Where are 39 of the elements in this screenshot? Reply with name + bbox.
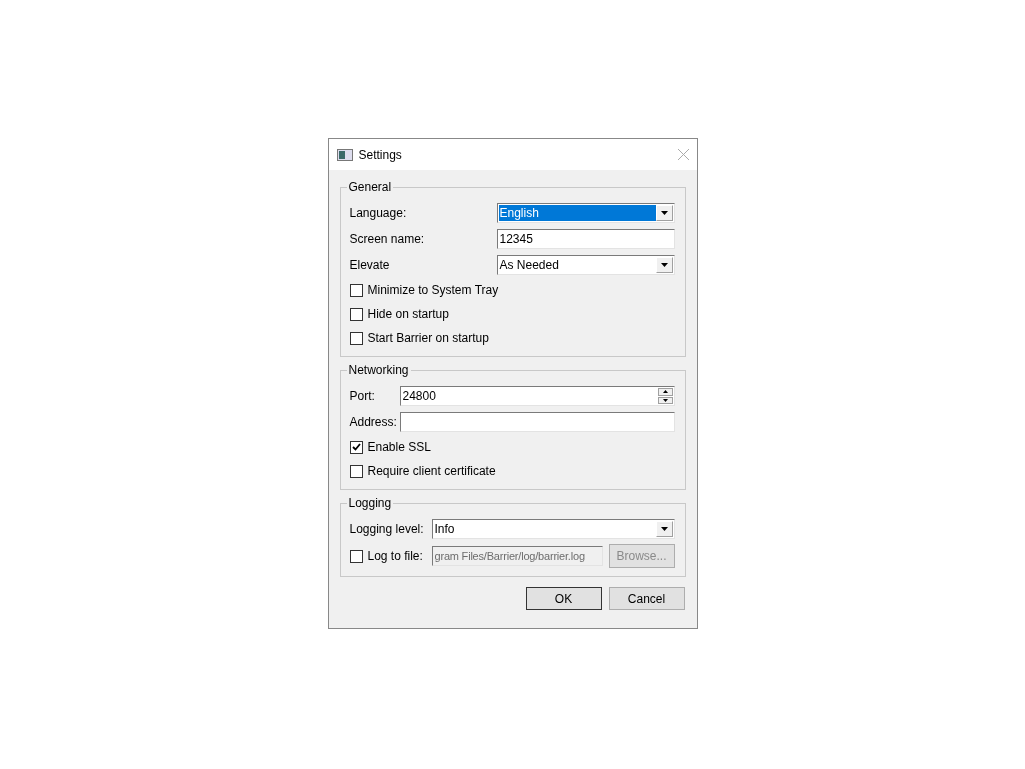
dropdown-value: English xyxy=(498,205,656,221)
field-label: Address: xyxy=(349,415,398,429)
dropdown[interactable]: As Needed xyxy=(496,255,675,275)
field-label: Language: xyxy=(349,206,408,220)
checkbox-label: Log to file: xyxy=(367,549,423,563)
field-label: Logging level: xyxy=(349,522,425,536)
window-icon xyxy=(336,148,353,161)
checkbox[interactable] xyxy=(349,307,363,321)
dropdown-value: As Needed xyxy=(498,257,560,273)
checkbox[interactable] xyxy=(349,283,363,297)
checkmark-icon xyxy=(351,443,361,451)
dropdown-arrow-icon xyxy=(660,263,668,267)
window-title: Settings xyxy=(358,147,403,162)
checkbox-label: Hide on startup xyxy=(367,307,449,321)
checkbox[interactable] xyxy=(349,440,363,454)
group-title: General xyxy=(347,180,393,194)
checkbox-label: Enable SSL xyxy=(367,440,431,454)
group-title: Networking xyxy=(347,363,410,377)
checkbox-label: Require client certificate xyxy=(367,464,496,478)
dropdown-arrow-icon xyxy=(660,527,668,531)
checkbox-label: Start Barrier on startup xyxy=(367,331,489,345)
input-field[interactable]: 12345 xyxy=(496,229,675,249)
field-label: Port: xyxy=(349,389,376,403)
up-arrow-icon xyxy=(662,390,668,394)
spin-box[interactable]: 24800 xyxy=(399,386,675,406)
input-field[interactable] xyxy=(399,412,675,432)
checkbox[interactable] xyxy=(349,331,363,345)
dropdown[interactable]: English xyxy=(496,203,675,223)
group-title: Logging xyxy=(347,496,393,510)
dialog-button[interactable]: Cancel xyxy=(608,587,685,610)
field-label: Screen name: xyxy=(349,232,426,246)
down-arrow-icon xyxy=(662,398,668,402)
dropdown-value: Info xyxy=(433,521,456,537)
dropdown[interactable]: Info xyxy=(431,519,675,539)
checkbox[interactable] xyxy=(349,464,363,478)
dialog-button[interactable]: OK xyxy=(525,587,602,610)
dropdown-arrow-icon xyxy=(660,211,668,215)
field-label: Elevate xyxy=(349,258,391,272)
checkbox-label: Minimize to System Tray xyxy=(367,283,499,297)
